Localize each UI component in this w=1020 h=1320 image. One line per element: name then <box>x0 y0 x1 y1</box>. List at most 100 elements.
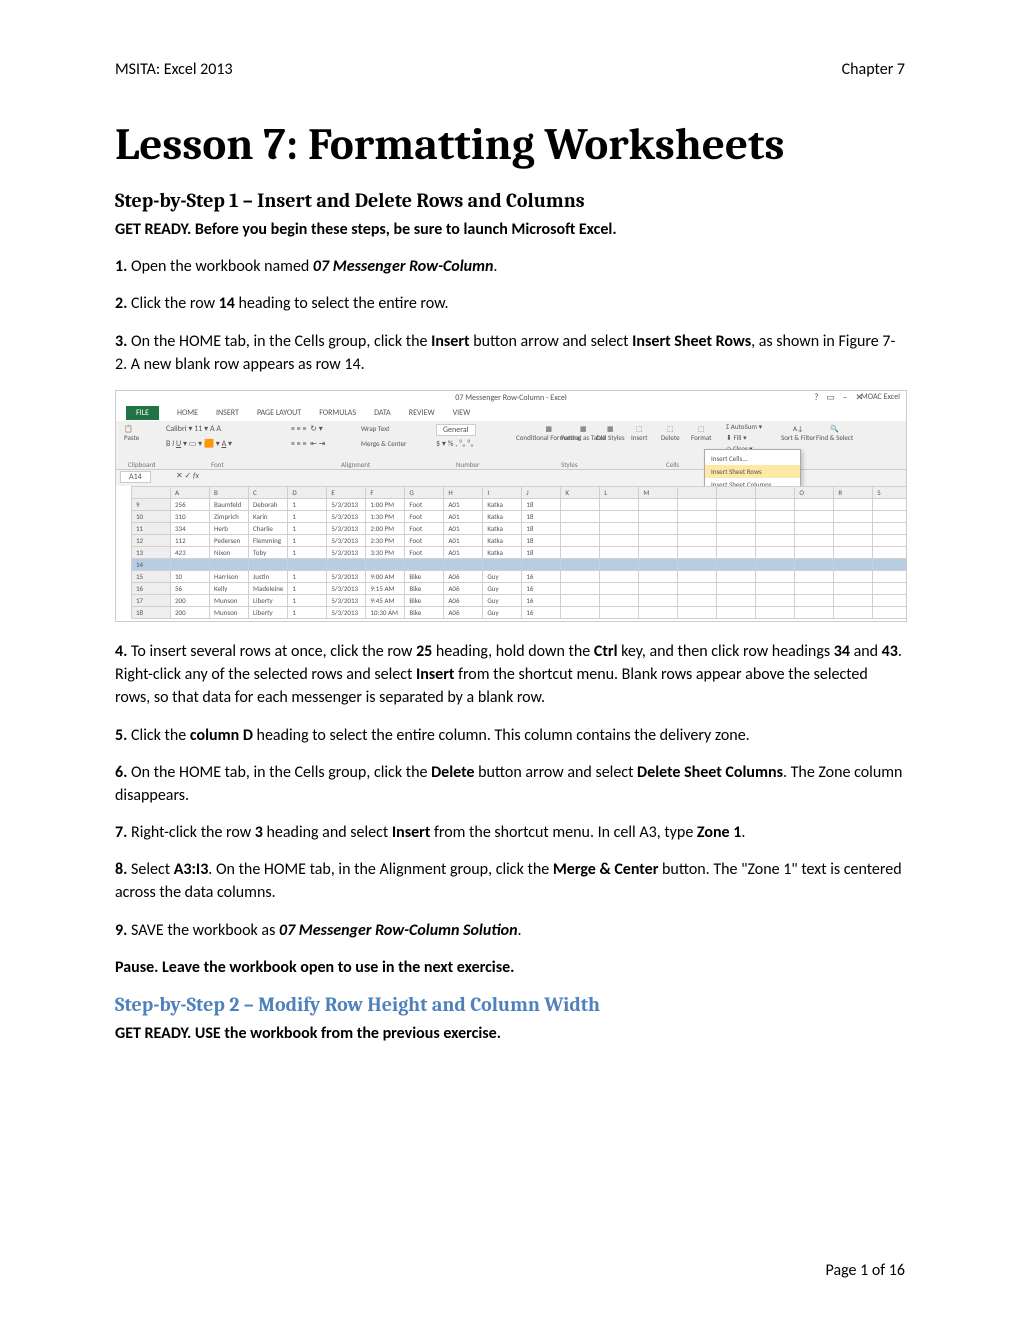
col-header[interactable] <box>132 486 171 498</box>
cell[interactable] <box>678 534 717 546</box>
cell[interactable]: Toby <box>249 546 288 558</box>
cell[interactable] <box>522 558 561 570</box>
cell[interactable] <box>561 510 600 522</box>
cell[interactable]: 2:30 PM <box>366 534 405 546</box>
col-header[interactable]: R <box>834 486 873 498</box>
number-row[interactable]: $ ▾ % , ⁰₀ ⁰₀ <box>436 439 473 449</box>
col-header[interactable] <box>678 486 717 498</box>
cell[interactable]: 5/3/2013 <box>327 510 366 522</box>
col-header[interactable]: S <box>873 486 907 498</box>
cell[interactable] <box>678 606 717 618</box>
cell[interactable]: 200 <box>171 606 210 618</box>
cell[interactable]: Deborah <box>249 498 288 510</box>
cell[interactable] <box>756 498 795 510</box>
cell[interactable] <box>600 534 639 546</box>
dropdown-insert-sheet-rows[interactable]: Insert Sheet Rows <box>705 465 800 478</box>
cell[interactable] <box>756 594 795 606</box>
cell[interactable]: 2:00 PM <box>366 522 405 534</box>
cell[interactable] <box>873 570 907 582</box>
cell[interactable] <box>795 546 834 558</box>
cell[interactable] <box>795 558 834 570</box>
cell[interactable] <box>756 582 795 594</box>
cell[interactable]: 1 <box>288 594 327 606</box>
cell[interactable] <box>834 594 873 606</box>
cell[interactable] <box>678 498 717 510</box>
cell[interactable]: 16 <box>522 594 561 606</box>
cell[interactable]: Liberty <box>249 594 288 606</box>
cell[interactable] <box>795 606 834 618</box>
cell[interactable] <box>639 522 678 534</box>
cell[interactable]: Bike <box>405 594 444 606</box>
cell[interactable]: Katka <box>483 546 522 558</box>
cell[interactable] <box>561 534 600 546</box>
cell[interactable]: 9:00 AM <box>366 570 405 582</box>
cell[interactable] <box>756 522 795 534</box>
cell[interactable] <box>756 546 795 558</box>
cell[interactable]: 1 <box>288 522 327 534</box>
cell[interactable]: 1 <box>288 606 327 618</box>
cell[interactable] <box>795 534 834 546</box>
cell[interactable] <box>834 510 873 522</box>
cell[interactable] <box>873 558 907 570</box>
cell[interactable]: 18 <box>522 534 561 546</box>
cell[interactable]: A06 <box>444 606 483 618</box>
cell[interactable]: 5/3/2013 <box>327 570 366 582</box>
cell[interactable]: Zimprich <box>210 510 249 522</box>
cell[interactable] <box>873 534 907 546</box>
cell[interactable] <box>639 546 678 558</box>
cell[interactable] <box>678 510 717 522</box>
cell[interactable]: Madeleine <box>249 582 288 594</box>
cell[interactable]: Herb <box>210 522 249 534</box>
cell[interactable] <box>600 606 639 618</box>
cell[interactable] <box>834 570 873 582</box>
cell[interactable]: A01 <box>444 510 483 522</box>
cell[interactable]: Guy <box>483 582 522 594</box>
cell[interactable]: A01 <box>444 546 483 558</box>
cell[interactable] <box>600 522 639 534</box>
cell[interactable] <box>717 558 756 570</box>
cell[interactable]: Foot <box>405 510 444 522</box>
col-header[interactable]: L <box>600 486 639 498</box>
cell[interactable]: Katka <box>483 498 522 510</box>
name-box[interactable]: A14 <box>120 471 151 483</box>
cell[interactable]: 56 <box>171 582 210 594</box>
align-row2[interactable]: ≡ ≡ ≡ ⇤ ⇥ <box>291 439 325 449</box>
cell[interactable] <box>639 558 678 570</box>
cell[interactable]: A01 <box>444 534 483 546</box>
cell[interactable] <box>366 558 405 570</box>
cell[interactable] <box>639 498 678 510</box>
cell[interactable]: 423 <box>171 546 210 558</box>
cell[interactable]: 1 <box>288 510 327 522</box>
font-box[interactable]: Calibri ▾ 11 ▾ A A <box>166 424 221 434</box>
cell[interactable] <box>717 546 756 558</box>
row-header[interactable]: 12 <box>132 534 171 546</box>
paste-button[interactable]: 📋Paste <box>124 424 139 442</box>
cell[interactable]: A01 <box>444 522 483 534</box>
cell[interactable] <box>678 522 717 534</box>
cell[interactable]: 1:30 PM <box>366 510 405 522</box>
cell[interactable]: 18 <box>522 498 561 510</box>
cell[interactable] <box>561 498 600 510</box>
row-header[interactable]: 16 <box>132 582 171 594</box>
formula-bar-icons[interactable]: ✕ ✓ fx <box>176 471 199 481</box>
cell[interactable]: Bike <box>405 582 444 594</box>
col-header[interactable]: J <box>522 486 561 498</box>
cell[interactable]: Flemming <box>249 534 288 546</box>
cell[interactable]: 5/3/2013 <box>327 534 366 546</box>
cell[interactable]: 5/3/2013 <box>327 606 366 618</box>
cell[interactable]: 5/3/2013 <box>327 546 366 558</box>
cell[interactable] <box>639 582 678 594</box>
row-header[interactable]: 13 <box>132 546 171 558</box>
col-header[interactable]: M <box>639 486 678 498</box>
cell[interactable]: 16 <box>522 570 561 582</box>
cell[interactable] <box>678 546 717 558</box>
cell[interactable] <box>678 558 717 570</box>
cell-styles[interactable]: ▦Cell Styles <box>596 424 625 442</box>
cell[interactable] <box>561 522 600 534</box>
cell[interactable] <box>717 522 756 534</box>
cell[interactable]: 1 <box>288 582 327 594</box>
col-header[interactable]: H <box>444 486 483 498</box>
cell[interactable]: Foot <box>405 546 444 558</box>
cell[interactable]: Foot <box>405 522 444 534</box>
cell[interactable] <box>678 594 717 606</box>
